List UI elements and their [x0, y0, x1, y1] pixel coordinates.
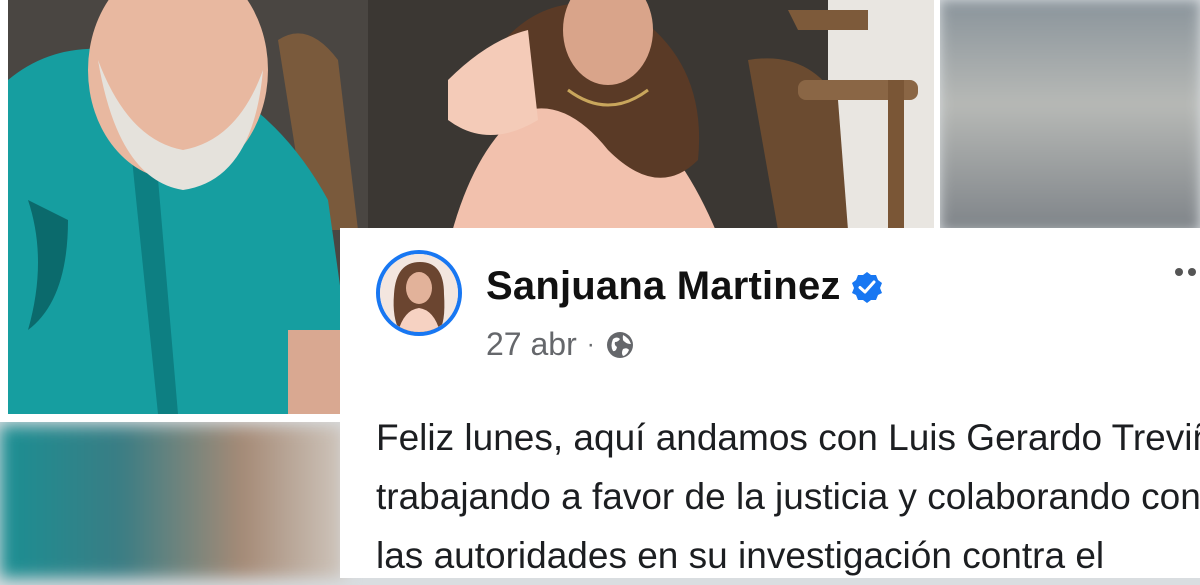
meta-separator: · — [586, 330, 595, 358]
blurred-background-bottom — [0, 425, 345, 578]
post-meta: 27 abr · — [486, 326, 635, 363]
post-text: Feliz lunes, aquí andamos con Luis Gerar… — [376, 408, 1200, 585]
post-text-line: trabajando a favor de la justicia y cola… — [376, 476, 1200, 517]
more-options-button[interactable] — [1175, 268, 1196, 276]
post-date[interactable]: 27 abr — [486, 326, 577, 363]
avatar-image — [380, 254, 458, 332]
more-dot-icon — [1188, 268, 1196, 276]
author-avatar[interactable] — [376, 250, 462, 336]
globe-icon — [605, 330, 635, 360]
blurred-background-right — [940, 0, 1200, 232]
post-author-row: Sanjuana Martinez — [486, 264, 883, 309]
author-name[interactable]: Sanjuana Martinez — [486, 264, 841, 309]
post-text-line: las autoridades en su investigación cont… — [376, 535, 1105, 576]
more-dot-icon — [1175, 268, 1183, 276]
verified-badge-icon — [851, 271, 883, 303]
post-text-line: Feliz lunes, aquí andamos con Luis Gerar… — [376, 417, 1200, 458]
post-card: Sanjuana Martinez 27 abr · Feliz lunes, … — [340, 228, 1200, 578]
